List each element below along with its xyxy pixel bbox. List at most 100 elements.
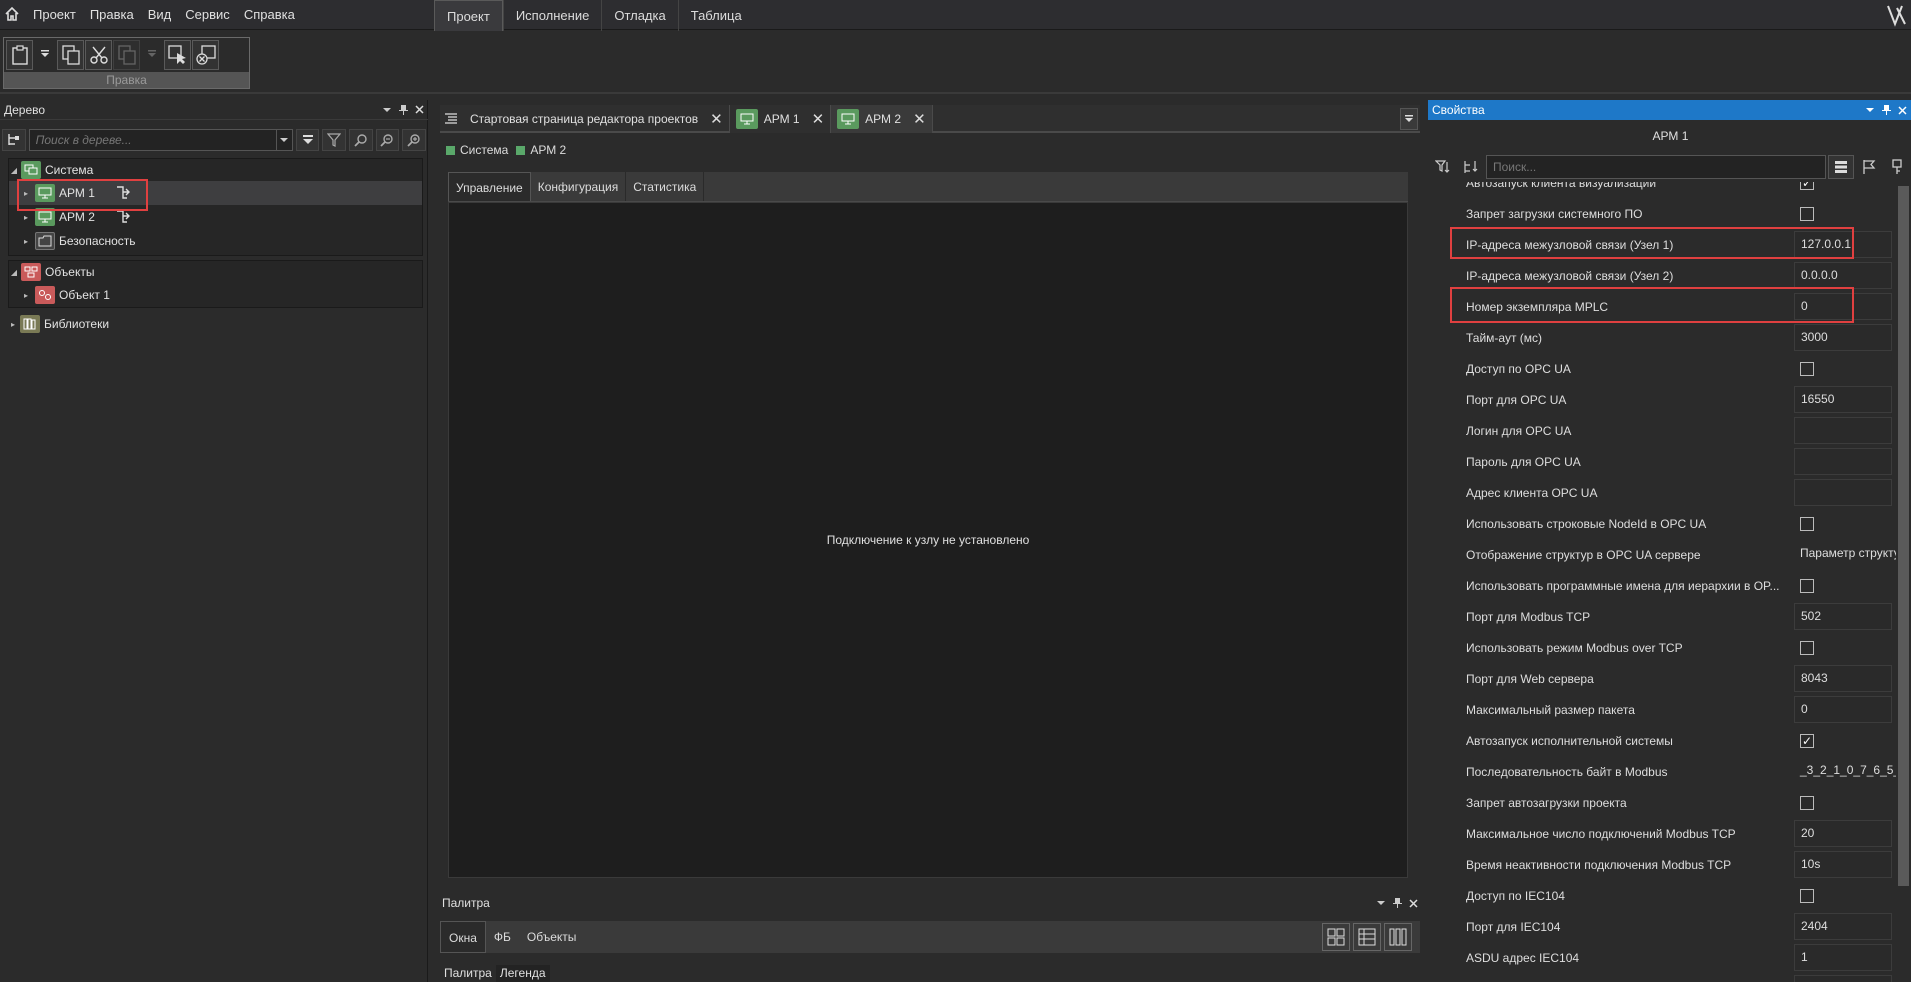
ribbon-tab-project[interactable]: Проект [434, 0, 503, 33]
property-row[interactable]: Запрет автозагрузки проекта [1430, 787, 1896, 818]
palette-tab-objects[interactable]: Объекты [519, 921, 585, 953]
document-menu-button[interactable] [1400, 108, 1418, 130]
doc-tab-arm2[interactable]: АРМ 2 ✕ [831, 105, 933, 133]
property-row[interactable]: Порт для IEC104 2404 [1430, 911, 1896, 942]
tab-management[interactable]: Управление [448, 172, 531, 201]
property-checkbox-cell[interactable]: ✓ [1794, 727, 1892, 754]
property-checkbox[interactable] [1800, 517, 1814, 531]
doc-tab-arm1[interactable]: АРМ 1 ✕ [729, 105, 832, 133]
grid-view-button[interactable] [1322, 923, 1350, 951]
pin-icon[interactable] [398, 104, 408, 115]
close-icon[interactable] [1408, 898, 1418, 908]
menu-help[interactable]: Справка [237, 0, 302, 30]
property-checkbox[interactable]: ✓ [1800, 734, 1814, 748]
property-value-field[interactable]: 2404 [1794, 913, 1892, 940]
close-icon[interactable]: ✕ [710, 110, 723, 128]
search-prev-button[interactable] [375, 129, 400, 151]
columns-view-button[interactable] [1384, 923, 1412, 951]
expand-arrow-icon[interactable]: ▸ [8, 319, 18, 329]
property-row[interactable]: Номер экземпляра MPLC 0 [1430, 287, 1896, 323]
duplicate-menu-button[interactable] [141, 40, 163, 70]
property-row[interactable]: Последовательность байт в Modbus _3_2_1_0… [1430, 756, 1896, 787]
property-checkbox-cell[interactable] [1794, 634, 1892, 661]
expand-arrow-icon[interactable]: ▸ [21, 290, 31, 300]
property-checkbox-cell[interactable]: ✓ [1794, 182, 1892, 196]
pin-icon[interactable] [1392, 898, 1402, 908]
property-row[interactable]: Использовать режим Modbus over TCP [1430, 632, 1896, 663]
property-row[interactable]: Использовать программные имена для иерар… [1430, 570, 1896, 601]
property-value-field[interactable]: 502 [1794, 603, 1892, 630]
property-row[interactable]: Время неактивности подключения Modbus TC… [1430, 849, 1896, 880]
close-icon[interactable] [414, 105, 424, 115]
delete-button[interactable] [192, 40, 219, 70]
search-history-dropdown[interactable] [275, 130, 292, 150]
property-checkbox-cell[interactable] [1794, 510, 1892, 537]
panel-menu-icon[interactable] [1865, 105, 1875, 115]
copy-button[interactable] [57, 40, 84, 70]
close-icon[interactable]: ✕ [913, 110, 926, 128]
ribbon-tab-table[interactable]: Таблица [677, 0, 754, 33]
property-checkbox-cell[interactable] [1794, 572, 1892, 599]
property-row[interactable]: Максимальный размер пакета 0 [1430, 694, 1896, 725]
property-checkbox[interactable]: ✓ [1800, 182, 1814, 190]
property-checkbox-cell[interactable] [1794, 355, 1892, 382]
property-value-field[interactable] [1794, 448, 1892, 475]
collapse-arrow-icon[interactable]: ◢ [9, 165, 19, 175]
property-checkbox-cell[interactable] [1794, 882, 1892, 909]
tree-node-system[interactable]: ◢ Система [9, 159, 422, 181]
property-row[interactable]: Логин для OPC UA [1430, 415, 1896, 446]
tree-node-security[interactable]: ▸ Безопасность [9, 229, 422, 253]
property-row[interactable]: Отображение структур в OPC UA сервере Пар… [1430, 539, 1896, 570]
expand-arrow-icon[interactable]: ▸ [21, 212, 31, 222]
tab-configuration[interactable]: Конфигурация [531, 172, 627, 201]
tree-search-input[interactable]: Поиск в дереве... [28, 129, 293, 151]
property-checkbox[interactable] [1800, 889, 1814, 903]
panel-menu-icon[interactable] [1376, 898, 1386, 908]
properties-scrollbar[interactable] [1898, 186, 1909, 982]
search-next-button[interactable] [402, 129, 426, 151]
home-button[interactable] [2, 3, 22, 25]
close-icon[interactable] [1897, 105, 1907, 115]
property-checkbox[interactable] [1800, 641, 1814, 655]
filter-button[interactable] [322, 129, 346, 151]
property-row[interactable]: Порт для Web сервера 8043 [1430, 663, 1896, 694]
breadcrumb-item-arm2[interactable]: АРМ 2 [516, 143, 566, 157]
ribbon-tab-debug[interactable]: Отладка [601, 0, 677, 33]
property-value-field[interactable]: 10s [1794, 851, 1892, 878]
expand-arrow-icon[interactable]: ▸ [21, 236, 31, 246]
property-row[interactable]: Максимальное число подключений Modbus TC… [1430, 818, 1896, 849]
search-button[interactable] [348, 129, 373, 151]
property-row[interactable]: Пароль для OPC UA [1430, 446, 1896, 477]
flag-button[interactable] [1856, 155, 1882, 179]
property-checkbox-cell[interactable] [1794, 789, 1892, 816]
cut-button[interactable] [85, 40, 112, 70]
bottom-tab-palette[interactable]: Палитра [440, 965, 496, 982]
panel-menu-icon[interactable] [382, 105, 392, 115]
tab-statistics[interactable]: Статистика [626, 172, 705, 201]
paste-button[interactable] [6, 40, 33, 70]
close-icon[interactable]: ✕ [812, 110, 825, 128]
menu-view[interactable]: Вид [141, 0, 179, 30]
search-down-button[interactable] [295, 129, 320, 151]
palette-tab-windows[interactable]: Окна [440, 921, 486, 953]
tree-node-object1[interactable]: ▸ Объект 1 [9, 283, 422, 307]
property-row[interactable]: Адрес клиента OPC UA [1430, 477, 1896, 508]
property-checkbox[interactable] [1800, 796, 1814, 810]
scrollbar-thumb[interactable] [1898, 186, 1909, 886]
property-row[interactable]: Автозапуск исполнительной системы ✓ [1430, 725, 1896, 756]
property-row[interactable]: Запрет загрузки системного ПО [1430, 198, 1896, 229]
paste-menu-button[interactable] [34, 40, 56, 70]
pin-icon[interactable] [1881, 105, 1891, 115]
property-value-field[interactable]: 16550 [1794, 386, 1892, 413]
property-row[interactable]: Автозапуск клиента визуализации ✓ [1430, 182, 1896, 198]
property-value-field[interactable] [1794, 479, 1892, 506]
property-row[interactable]: ASDU адрес IEC104 1 [1430, 942, 1896, 973]
tree-node-libraries[interactable]: ▸ Библиотеки [8, 312, 423, 336]
tree-structure-button[interactable] [2, 129, 26, 151]
breadcrumb-item-system[interactable]: Система [446, 143, 508, 157]
tree-node-objects[interactable]: ◢ Объекты [9, 261, 422, 283]
collapse-arrow-icon[interactable]: ◢ [9, 267, 19, 277]
property-value-field[interactable]: 20 [1794, 820, 1892, 847]
property-value-field[interactable]: 8043 [1794, 665, 1892, 692]
ribbon-tab-execution[interactable]: Исполнение [502, 0, 602, 33]
